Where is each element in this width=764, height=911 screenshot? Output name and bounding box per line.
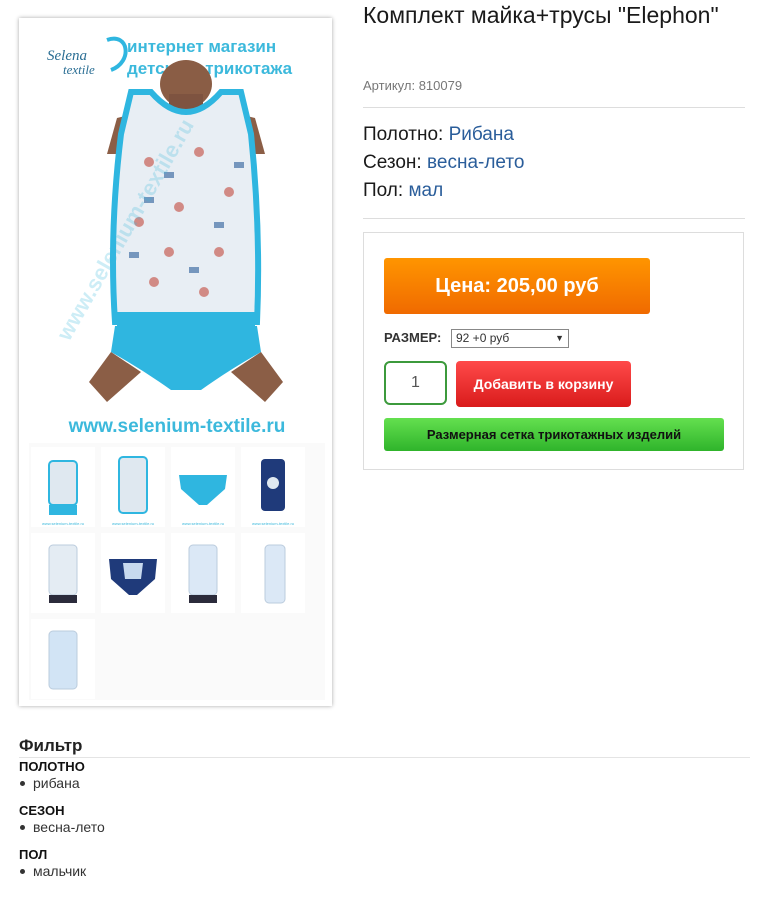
filter-item-label: весна-лето [33,819,105,835]
spec-fabric: Полотно: Рибана [363,121,514,149]
thumbnail-3[interactable]: www.selenium-textile.ru [171,447,235,527]
logo-line1: интернет магазин [127,37,276,56]
svg-text:textile: textile [63,62,95,77]
product-gallery: Selena textile интернет магазин детского… [19,18,332,706]
bullet-icon [20,824,25,830]
bullet-icon [20,780,25,786]
product-title: Комплект майка+трусы "Elephon" [363,2,719,28]
spec-label: Полотно: [363,124,444,145]
thumbnail-4[interactable]: www.selenium-textile.ru [241,447,305,527]
add-to-cart-button[interactable]: Добавить в корзину [456,361,631,407]
dropdown-arrow-icon: ▼ [555,333,564,343]
thumb-url: www.selenium-textile.ru [112,521,154,526]
spec-label: Пол: [363,180,404,201]
spec-value-link[interactable]: Рибана [449,124,514,145]
thumb-url: www.selenium-textile.ru [182,521,224,526]
spec-gender: Пол: мал [363,177,443,205]
filter-item[interactable]: мальчик [19,863,86,879]
filter-group-title: ПОЛ [19,847,48,862]
spec-value-link[interactable]: мал [408,180,443,201]
quantity-input[interactable]: 1 [384,361,447,405]
filter-group-title: СЕЗОН [19,803,65,818]
filter-item[interactable]: весна-лето [19,819,105,835]
product-photo: Selena textile интернет магазин детского… [47,36,293,437]
bullet-icon [20,868,25,874]
thumbnail-9[interactable] [31,619,95,699]
watermark-bottom: www.selenium-textile.ru [68,416,286,437]
spec-label: Сезон: [363,152,422,173]
price-button[interactable]: Цена: 205,00 руб [384,258,650,314]
thumb-url: www.selenium-textile.ru [42,521,84,526]
thumbnail-8[interactable] [241,533,305,613]
divider [363,107,745,108]
filter-title: Фильтр [19,736,83,755]
filter-group-title: ПОЛОТНО [19,759,85,774]
buy-box: Цена: 205,00 руб РАЗМЕР: 92 +0 руб ▼ 1 Д… [363,232,744,470]
thumb-url: www.selenium-textile.ru [252,521,294,526]
divider [19,757,750,758]
thumbnail-6[interactable] [101,533,165,613]
size-chart-button[interactable]: Размерная сетка трикотажных изделий [384,418,724,451]
spec-value-link[interactable]: весна-лето [427,152,524,173]
thumbnail-grid: www.selenium-textile.ru www.selenium-tex… [29,443,325,700]
size-select[interactable]: 92 +0 руб ▼ [451,329,569,348]
main-product-image[interactable]: Selena textile интернет магазин детского… [29,22,325,440]
divider [363,218,745,219]
filter-item-label: рибана [33,775,80,791]
thumbnail-1[interactable]: www.selenium-textile.ru [31,447,95,527]
spec-season: Сезон: весна-лето [363,149,524,177]
thumbnail-2[interactable]: www.selenium-textile.ru [101,447,165,527]
article-number: Артикул: 810079 [363,78,463,93]
thumbnail-7[interactable] [171,533,235,613]
size-label: РАЗМЕР: [384,330,442,345]
filter-item[interactable]: рибана [19,775,80,791]
thumbnail-5[interactable] [31,533,95,613]
filter-item-label: мальчик [33,863,87,879]
size-selected-value: 92 +0 руб [456,331,510,345]
